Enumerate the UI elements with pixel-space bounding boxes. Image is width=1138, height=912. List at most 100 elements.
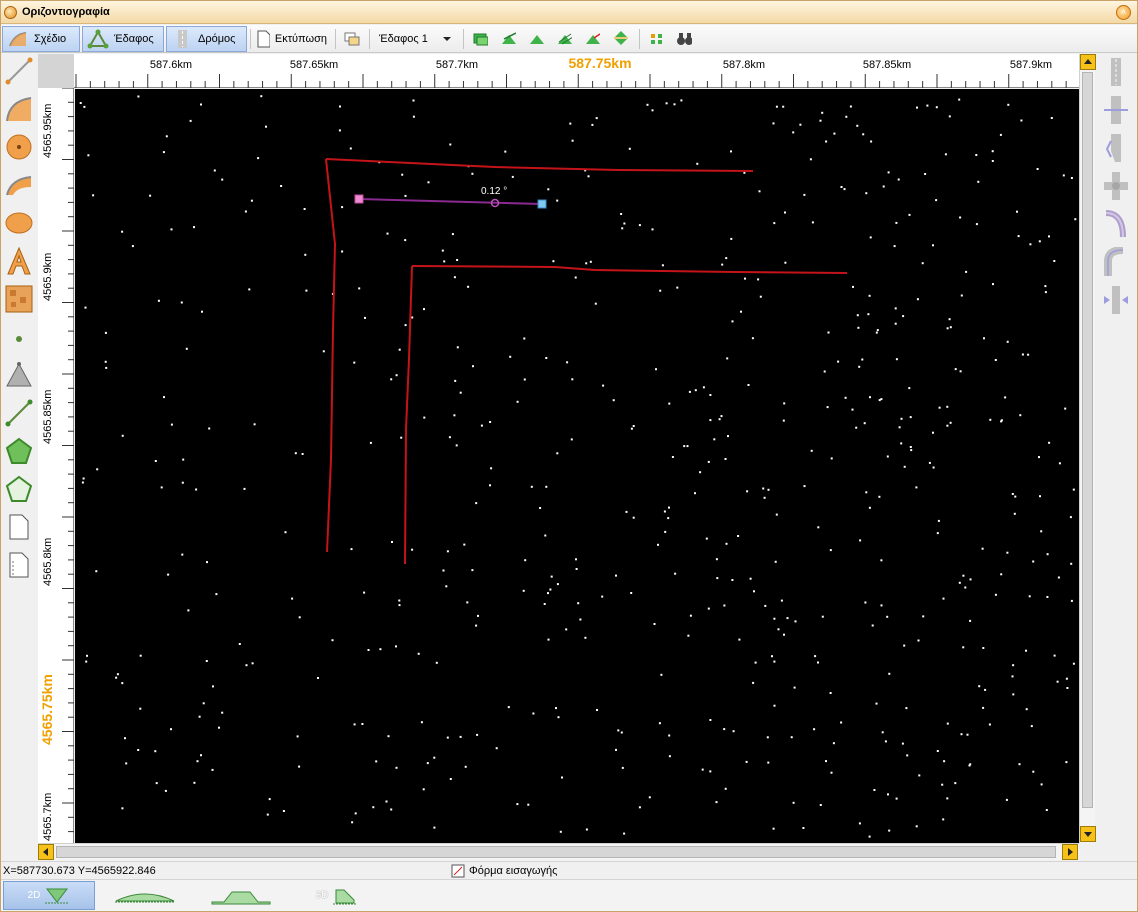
road-transition-tool[interactable] <box>1100 246 1132 278</box>
measure-start-handle[interactable] <box>354 194 364 204</box>
survey-point <box>615 748 617 751</box>
polygon-fill-tool[interactable] <box>4 436 34 466</box>
road-axis-line[interactable] <box>411 265 848 274</box>
road-bridge-tool[interactable] <box>1100 284 1132 316</box>
survey-point <box>981 547 984 550</box>
find-button[interactable] <box>672 26 696 52</box>
survey-point <box>95 570 98 573</box>
survey-point <box>686 445 689 448</box>
map-drawing[interactable]: 0.12 ° <box>75 89 1079 843</box>
text-tool[interactable] <box>4 246 34 276</box>
design-button[interactable]: Σχέδιο <box>2 26 80 52</box>
survey-point <box>375 760 378 763</box>
horizontal-scroll-thumb[interactable] <box>56 846 1056 858</box>
survey-point <box>962 646 965 649</box>
survey-point <box>859 539 862 542</box>
polyline-tool[interactable] <box>4 398 34 428</box>
triangle-shape-icon <box>6 362 32 387</box>
triangle-tool-button[interactable] <box>524 26 548 52</box>
survey-point <box>591 123 594 126</box>
survey-point <box>774 560 777 563</box>
survey-point <box>1019 414 1022 417</box>
measure-line[interactable] <box>358 198 543 205</box>
survey-point <box>916 298 919 301</box>
road-axis-line[interactable] <box>325 158 754 172</box>
page-list-tool[interactable] <box>4 550 34 580</box>
tab-2d[interactable]: 2D <box>3 881 95 910</box>
survey-point <box>773 660 776 663</box>
survey-point <box>602 384 605 387</box>
survey-point <box>811 221 814 224</box>
survey-point <box>938 406 941 409</box>
scroll-right-button[interactable] <box>1062 844 1078 860</box>
survey-point <box>125 762 128 765</box>
tab-3d[interactable]: 3D <box>291 881 383 910</box>
scroll-up-button[interactable] <box>1080 54 1096 70</box>
road-widen-tool[interactable] <box>1100 132 1132 164</box>
circle-tool[interactable] <box>4 132 34 162</box>
map-canvas[interactable]: 0.12 ° <box>75 89 1079 843</box>
survey-point <box>1025 649 1027 652</box>
hatch-fill-tool[interactable] <box>4 284 34 314</box>
surface-tool-button[interactable] <box>468 26 492 52</box>
horizontal-scrollbar[interactable] <box>38 843 1079 860</box>
road-axis-line[interactable] <box>404 265 413 565</box>
survey-point <box>910 449 913 452</box>
point-tool[interactable] <box>4 322 34 352</box>
hatch-tool-button[interactable] <box>552 26 576 52</box>
road-crossing-tool[interactable] <box>1100 94 1132 126</box>
survey-point <box>504 150 507 153</box>
line-tool[interactable] <box>4 56 34 86</box>
scroll-down-button[interactable] <box>1080 826 1096 842</box>
survey-point <box>282 810 285 812</box>
survey-point <box>903 644 906 647</box>
grid-points-button[interactable] <box>645 26 669 52</box>
survey-point <box>655 368 657 371</box>
terrain-button[interactable]: Έδαφος <box>82 26 164 52</box>
survey-point <box>555 707 557 710</box>
tab-cross-section[interactable] <box>195 881 287 910</box>
survey-point <box>767 488 770 491</box>
survey-point <box>92 194 95 197</box>
road-axis-line[interactable] <box>325 158 337 553</box>
measure-end-handle[interactable] <box>537 199 547 209</box>
vertical-scrollbar[interactable] <box>1079 54 1096 843</box>
curve-tool[interactable] <box>4 170 34 200</box>
tab-longitudinal-profile[interactable] <box>99 881 191 910</box>
input-form-button[interactable]: Φόρμα εισαγωγής <box>451 863 557 879</box>
survey-point <box>1057 576 1060 579</box>
contour-tool-button[interactable] <box>496 26 520 52</box>
print-button[interactable]: Εκτύπωση <box>253 26 331 52</box>
road-junction-tool[interactable] <box>1100 170 1132 202</box>
vertical-scroll-thumb[interactable] <box>1082 72 1093 808</box>
elevation-tool-button[interactable] <box>608 26 632 52</box>
new-page-tool[interactable] <box>4 512 34 542</box>
survey-point <box>935 199 938 202</box>
survey-point <box>799 123 802 126</box>
scroll-left-button[interactable] <box>38 844 54 860</box>
road-button[interactable]: Δρόμος <box>166 26 247 52</box>
layers-button[interactable] <box>339 26 365 52</box>
survey-point <box>507 706 510 709</box>
polygon-outline-tool[interactable] <box>4 474 34 504</box>
survey-point <box>922 615 925 618</box>
edit-triangle-button[interactable] <box>580 26 604 52</box>
arc-tool[interactable] <box>4 94 34 124</box>
survey-point <box>968 764 971 767</box>
road-straight-tool[interactable] <box>1100 56 1132 88</box>
survey-point <box>1025 708 1028 711</box>
terrain-select[interactable]: Έδαφος 1 <box>375 26 461 52</box>
road-curve-tool[interactable] <box>1100 208 1132 240</box>
survey-point <box>1070 177 1073 179</box>
survey-point <box>984 688 987 691</box>
collapse-icon[interactable]: ˄ <box>1116 5 1131 20</box>
survey-point <box>775 105 778 108</box>
survey-point <box>875 702 878 705</box>
triangle-shape-tool[interactable] <box>4 360 34 390</box>
survey-point <box>1038 456 1040 459</box>
survey-point <box>115 676 118 679</box>
survey-point <box>960 733 963 736</box>
ellipse-tool[interactable] <box>4 208 34 238</box>
survey-point <box>404 194 407 197</box>
survey-point <box>1036 168 1039 170</box>
